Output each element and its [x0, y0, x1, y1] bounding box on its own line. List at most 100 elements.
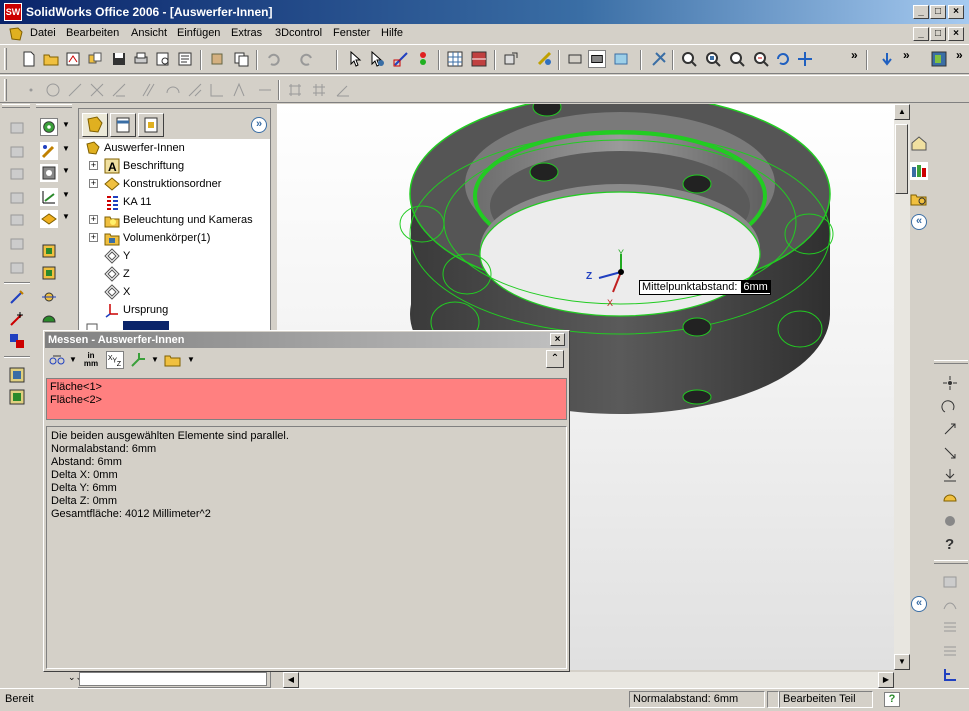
cut-icon[interactable] [208, 50, 226, 68]
cut-revolve-icon[interactable] [8, 234, 26, 252]
tree-item-volumenkoerper[interactable]: + Volumenkörper(1) [79, 229, 270, 247]
menu-ansicht[interactable]: Ansicht [131, 27, 167, 39]
dropdown-arrow-icon[interactable]: ▼ [62, 120, 70, 129]
point-light-icon[interactable] [941, 374, 959, 392]
wireframe-icon[interactable] [566, 50, 584, 68]
directional-light-icon[interactable] [941, 420, 959, 438]
undo-icon[interactable] [264, 50, 282, 68]
layers-icon[interactable] [941, 618, 959, 636]
dropdown-arrow-icon[interactable]: ▼ [187, 355, 195, 364]
expand-toggle[interactable]: + [89, 161, 98, 170]
redo-icon[interactable] [298, 50, 316, 68]
coordinate-system-icon[interactable] [941, 666, 959, 684]
shaded-icon[interactable] [612, 50, 630, 68]
revolve-icon[interactable] [8, 142, 26, 160]
rebuild-icon[interactable] [414, 50, 432, 68]
scroll-down-arrow[interactable]: ▼ [894, 654, 910, 670]
linear-pattern-icon[interactable] [286, 81, 304, 99]
collapse-dialog-button[interactable]: ⌃ [546, 350, 564, 368]
menu-einfuegen[interactable]: Einfügen [177, 27, 220, 39]
zoom-area-icon[interactable] [704, 50, 722, 68]
document-icon[interactable] [8, 26, 24, 42]
cut-extrude-icon[interactable] [8, 210, 26, 228]
fillet-icon[interactable] [186, 81, 204, 99]
decal-icon[interactable] [941, 596, 959, 614]
tab-feature-manager[interactable] [82, 113, 108, 137]
dropdown-arrow-icon[interactable]: ▼ [69, 355, 77, 364]
extrude-icon[interactable] [40, 118, 58, 136]
point-to-point-icon[interactable] [129, 351, 147, 369]
boss-extrude-icon[interactable] [8, 118, 26, 136]
select-icon[interactable] [346, 50, 364, 68]
scroll-up-arrow[interactable]: ▲ [894, 104, 910, 120]
tab-configuration-manager[interactable] [138, 113, 164, 137]
tree-item-plane-z[interactable]: Z [79, 265, 270, 283]
expand-toggle[interactable]: + [89, 233, 98, 242]
expand-toggle[interactable]: + [89, 215, 98, 224]
insert-icon[interactable] [878, 50, 896, 68]
convert-entities-icon[interactable] [256, 81, 274, 99]
shell-icon[interactable] [40, 210, 58, 228]
measure-close-button[interactable]: × [550, 333, 565, 346]
make-assembly-icon[interactable] [86, 50, 104, 68]
zoom-selection-icon[interactable] [752, 50, 770, 68]
menu-3dcontrol[interactable]: 3Dcontrol [275, 27, 322, 39]
pan-icon[interactable] [796, 50, 814, 68]
toolbar-grip[interactable] [2, 104, 30, 108]
close-button[interactable]: × [948, 5, 964, 19]
reference-axis-icon[interactable] [40, 288, 58, 306]
menu-hilfe[interactable]: Hilfe [381, 27, 403, 39]
tab-property-manager[interactable] [110, 113, 136, 137]
photoworks-icon[interactable] [941, 572, 959, 590]
open-folder-icon[interactable] [42, 50, 60, 68]
show-xyz-icon[interactable]: XYZ [106, 351, 124, 369]
smart-dimension-icon[interactable] [8, 288, 26, 306]
units-button[interactable]: in mm [81, 350, 101, 370]
dropdown-arrow-icon[interactable]: ▼ [62, 166, 70, 175]
menu-fenster[interactable]: Fenster [333, 27, 370, 39]
collapse-pane-icon[interactable]: « [911, 214, 927, 230]
tree-item-beleuchtung[interactable]: + Beleuchtung und Kameras [79, 211, 270, 229]
selection-item[interactable]: Fläche<1> [50, 381, 563, 394]
scroll-thumb[interactable] [895, 124, 908, 194]
file-props-icon[interactable] [176, 50, 194, 68]
doc-close-button[interactable]: × [948, 27, 964, 41]
design-library-icon[interactable] [910, 162, 928, 180]
drop-icon[interactable] [941, 466, 959, 484]
selection-list[interactable]: Fläche<1> Fläche<2> [46, 378, 567, 420]
draft-icon[interactable] [40, 188, 58, 206]
sketch-icon[interactable] [392, 50, 410, 68]
new-file-icon[interactable] [20, 50, 38, 68]
line-icon[interactable] [66, 81, 84, 99]
toolbar-grip[interactable] [4, 48, 7, 70]
horizontal-scrollbar[interactable]: ◀ ▶ [283, 672, 894, 688]
expand-toggle[interactable]: + [89, 179, 98, 188]
tree-item-root[interactable]: Auswerfer-Innen [79, 139, 270, 157]
menu-bearbeiten[interactable]: Bearbeiten [66, 27, 119, 39]
save-icon[interactable] [110, 50, 128, 68]
menu-datei[interactable]: Datei [30, 27, 56, 39]
point-icon[interactable] [22, 81, 40, 99]
dropdown-arrow-icon[interactable]: ▼ [62, 190, 70, 199]
extend-icon[interactable] [110, 81, 128, 99]
tree-item-material[interactable]: KA 11 [79, 193, 270, 211]
zoom-to-fit-icon[interactable] [680, 50, 698, 68]
file-explorer-icon[interactable] [910, 190, 928, 208]
selection-item[interactable]: Fläche<2> [50, 394, 563, 407]
mate-icon[interactable] [40, 310, 58, 328]
toolbar-grip[interactable] [4, 79, 7, 101]
make-drawing-icon[interactable] [64, 50, 82, 68]
output-coordinate-icon[interactable] [164, 351, 182, 369]
tree-item-plane-y[interactable]: Y [79, 247, 270, 265]
angle-icon[interactable] [334, 81, 352, 99]
spot-light-icon[interactable] [941, 398, 959, 416]
options-icon[interactable] [446, 50, 464, 68]
zoom-in-out-icon[interactable] [728, 50, 746, 68]
help-icon[interactable]: ? [884, 692, 900, 707]
measure-title-bar[interactable]: Messen - Auswerfer-Innen × [45, 332, 568, 348]
print-icon[interactable] [132, 50, 150, 68]
toolbox-icon[interactable] [470, 50, 488, 68]
tree-horizontal-scroll[interactable] [79, 672, 267, 686]
tree-item-origin[interactable]: Ursprung [79, 301, 270, 319]
doc-minimize-button[interactable]: _ [913, 27, 929, 41]
